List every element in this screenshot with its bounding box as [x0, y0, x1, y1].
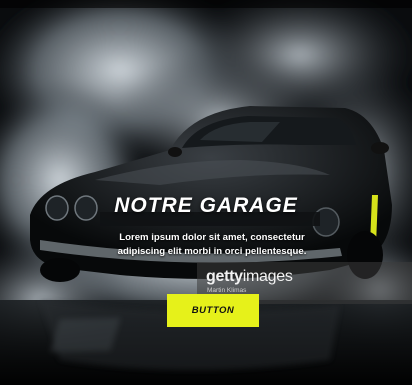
hero-background-image	[0, 0, 412, 385]
watermark-logo: gettyimages	[206, 268, 293, 286]
hero-section: NOTRE GARAGE Lorem ipsum dolor sit amet,…	[0, 0, 412, 385]
cta-button[interactable]: BUTTON	[167, 294, 259, 327]
watermark-brand-part2: images	[242, 268, 293, 285]
hero-description: Lorem ipsum dolor sit amet, consectetur …	[117, 232, 307, 257]
hero-title: NOTRE GARAGE	[114, 194, 298, 217]
watermark-brand-part1: getty	[206, 268, 243, 285]
watermark-credit: Martin Klimas	[207, 287, 247, 294]
